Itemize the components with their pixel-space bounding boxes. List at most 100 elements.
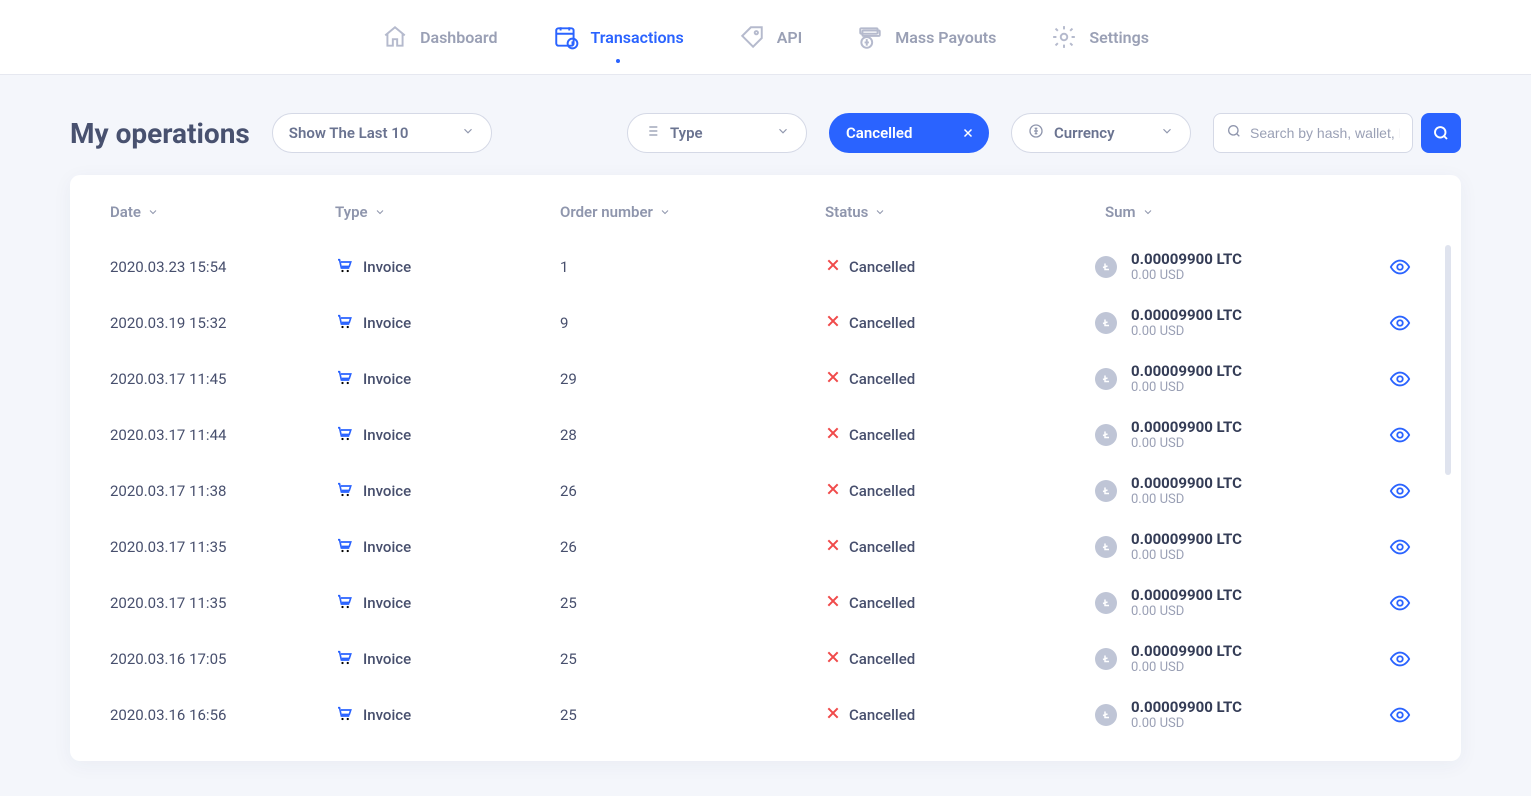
nav-transactions[interactable]: Transactions — [553, 0, 684, 75]
x-icon — [825, 481, 841, 501]
cell-type: Invoice — [335, 256, 560, 278]
table-row: 2020.03.17 11:35 Invoice 26 Cancelled 0.… — [110, 519, 1421, 575]
x-icon — [825, 257, 841, 277]
cart-icon — [335, 368, 353, 390]
cell-order: 25 — [560, 594, 795, 612]
cell-order: 26 — [560, 538, 795, 556]
cell-type: Invoice — [335, 368, 560, 390]
cell-sum: 0.00009900 LTC 0.00 USD — [1095, 642, 1355, 676]
cell-status: Cancelled — [795, 369, 1095, 389]
cart-icon — [335, 312, 353, 334]
view-button[interactable] — [1355, 424, 1415, 446]
cell-sum: 0.00009900 LTC 0.00 USD — [1095, 530, 1355, 564]
cell-order: 29 — [560, 370, 795, 388]
cell-type: Invoice — [335, 312, 560, 334]
nav-settings[interactable]: Settings — [1051, 0, 1149, 75]
page-title: My operations — [70, 117, 250, 150]
cell-type: Invoice — [335, 592, 560, 614]
nav-mass-payouts[interactable]: Mass Payouts — [857, 0, 996, 75]
cell-sum: 0.00009900 LTC 0.00 USD — [1095, 474, 1355, 508]
x-icon — [825, 649, 841, 669]
view-button[interactable] — [1355, 648, 1415, 670]
nav-dashboard[interactable]: Dashboard — [382, 0, 497, 75]
x-icon — [825, 313, 841, 333]
table-row: 2020.03.16 16:56 Invoice 25 Cancelled 0.… — [110, 687, 1421, 743]
view-button[interactable] — [1355, 368, 1415, 390]
col-type[interactable]: Type — [335, 203, 560, 221]
scrollbar[interactable] — [1445, 245, 1451, 475]
cell-status: Cancelled — [795, 537, 1095, 557]
payouts-icon — [857, 24, 883, 50]
toolbar: My operations Show The Last 10 Type Canc… — [0, 75, 1531, 175]
table-row: 2020.03.17 11:45 Invoice 29 Cancelled 0.… — [110, 351, 1421, 407]
ltc-icon — [1095, 536, 1117, 558]
status-label: Cancelled — [846, 124, 912, 142]
top-nav: Dashboard Transactions API Mass Payouts — [0, 0, 1531, 75]
ltc-icon — [1095, 704, 1117, 726]
gear-icon — [1051, 24, 1077, 50]
cart-icon — [335, 536, 353, 558]
nav-api[interactable]: API — [739, 0, 803, 75]
nav-label: Mass Payouts — [895, 28, 996, 47]
nav-label: Transactions — [591, 28, 684, 47]
cell-sum: 0.00009900 LTC 0.00 USD — [1095, 250, 1355, 284]
chevron-down-icon — [461, 124, 475, 142]
nav-label: Dashboard — [420, 28, 497, 47]
search-input-wrapper[interactable] — [1213, 113, 1413, 153]
table-header: Date Type Order number Status Sum — [110, 203, 1421, 239]
cell-status: Cancelled — [795, 425, 1095, 445]
cell-date: 2020.03.16 17:05 — [110, 650, 335, 668]
cell-sum: 0.00009900 LTC 0.00 USD — [1095, 362, 1355, 396]
ltc-icon — [1095, 480, 1117, 502]
search-input[interactable] — [1250, 125, 1400, 141]
search — [1213, 113, 1461, 153]
cell-status: Cancelled — [795, 649, 1095, 669]
ltc-icon — [1095, 648, 1117, 670]
view-button[interactable] — [1355, 480, 1415, 502]
cart-icon — [335, 704, 353, 726]
cell-sum: 0.00009900 LTC 0.00 USD — [1095, 306, 1355, 340]
cell-date: 2020.03.23 15:54 — [110, 258, 335, 276]
view-button[interactable] — [1355, 536, 1415, 558]
view-button[interactable] — [1355, 312, 1415, 334]
cell-date: 2020.03.16 16:56 — [110, 706, 335, 724]
cell-date: 2020.03.17 11:38 — [110, 482, 335, 500]
calendar-clock-icon — [553, 24, 579, 50]
cell-order: 25 — [560, 650, 795, 668]
clear-status-button[interactable] — [954, 119, 982, 147]
x-icon — [825, 705, 841, 725]
x-icon — [825, 593, 841, 613]
cell-date: 2020.03.19 15:32 — [110, 314, 335, 332]
search-button[interactable] — [1421, 113, 1461, 153]
cell-status: Cancelled — [795, 257, 1095, 277]
view-button[interactable] — [1355, 704, 1415, 726]
cell-status: Cancelled — [795, 593, 1095, 613]
col-status[interactable]: Status — [795, 203, 1095, 221]
ltc-icon — [1095, 368, 1117, 390]
cart-icon — [335, 424, 353, 446]
view-button[interactable] — [1355, 256, 1415, 278]
cart-icon — [335, 592, 353, 614]
show-last-dropdown[interactable]: Show The Last 10 — [272, 113, 492, 153]
status-filter-active[interactable]: Cancelled — [829, 113, 989, 153]
col-order[interactable]: Order number — [560, 203, 795, 221]
cell-order: 9 — [560, 314, 795, 332]
table-row: 2020.03.16 17:05 Invoice 25 Cancelled 0.… — [110, 631, 1421, 687]
view-button[interactable] — [1355, 592, 1415, 614]
operations-card: Date Type Order number Status Sum 2 — [70, 175, 1461, 761]
list-icon — [644, 123, 660, 143]
table-row: 2020.03.23 15:54 Invoice 1 Cancelled 0.0… — [110, 239, 1421, 295]
nav-label: Settings — [1089, 28, 1149, 47]
cell-status: Cancelled — [795, 705, 1095, 725]
cell-date: 2020.03.17 11:35 — [110, 538, 335, 556]
col-date[interactable]: Date — [110, 203, 335, 221]
table-row: 2020.03.17 11:44 Invoice 28 Cancelled 0.… — [110, 407, 1421, 463]
cell-status: Cancelled — [795, 313, 1095, 333]
currency-dropdown[interactable]: Currency — [1011, 113, 1191, 153]
operations-table: Date Type Order number Status Sum 2 — [110, 203, 1421, 743]
type-dropdown[interactable]: Type — [627, 113, 807, 153]
cart-icon — [335, 480, 353, 502]
cell-type: Invoice — [335, 480, 560, 502]
col-sum[interactable]: Sum — [1095, 203, 1355, 221]
cart-icon — [335, 256, 353, 278]
